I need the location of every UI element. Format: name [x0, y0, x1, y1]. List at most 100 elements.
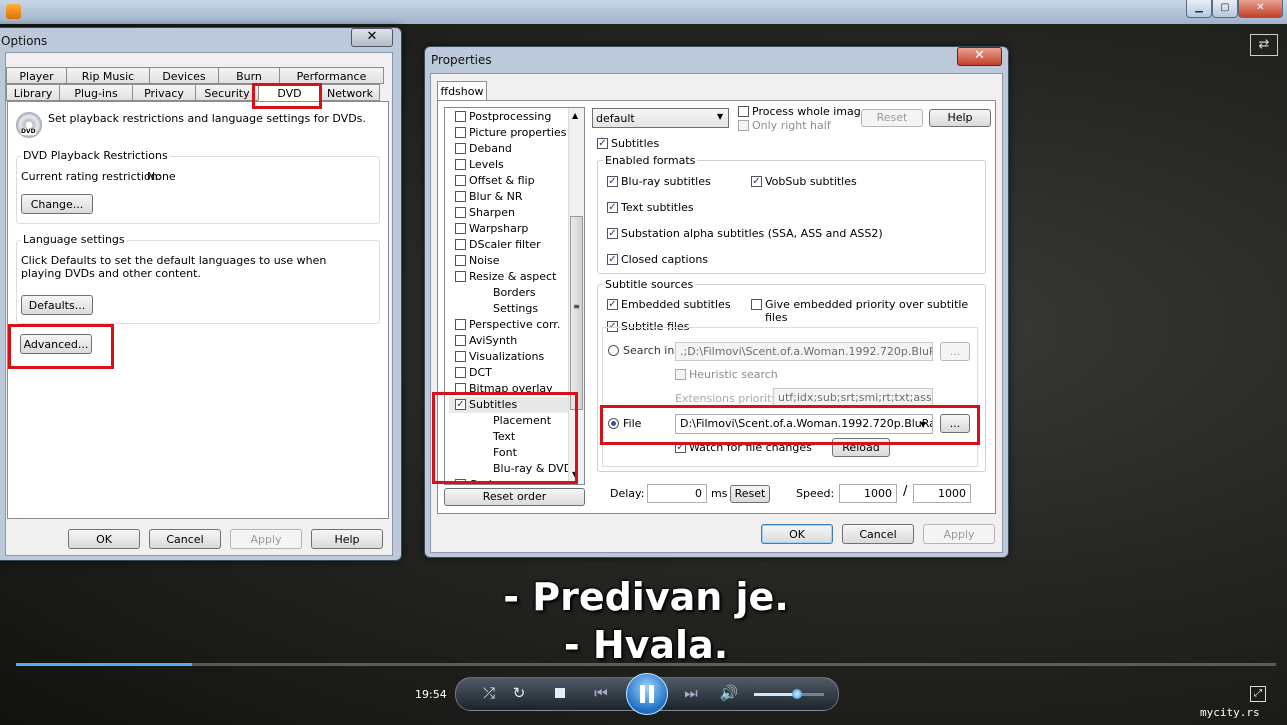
filter-item[interactable]: Picture properties — [449, 125, 569, 141]
scroll-up-icon[interactable]: ▲ — [572, 111, 578, 120]
tab-burn[interactable]: Burn — [218, 67, 280, 84]
bluray-subtitles-label: Blu-ray subtitles — [621, 175, 711, 188]
tab-player[interactable]: Player — [6, 67, 67, 84]
text-subtitles-checkbox[interactable] — [607, 202, 618, 213]
stop-button[interactable] — [555, 688, 565, 698]
subtitle-sources-group: Subtitle sources Embedded subtitles Give… — [597, 278, 986, 472]
filter-item[interactable]: Warpsharp — [449, 221, 569, 237]
options-close-button[interactable]: ✕ — [351, 28, 393, 47]
scroll-thumb[interactable]: ≡ — [570, 216, 583, 410]
closed-captions-checkbox[interactable] — [607, 254, 618, 265]
filter-item[interactable]: DCT — [449, 365, 569, 381]
maximize-button[interactable]: ▢ — [1212, 0, 1238, 18]
search-in-radio[interactable] — [608, 345, 619, 356]
filter-checkbox[interactable] — [455, 175, 466, 186]
tab-devices[interactable]: Devices — [149, 67, 219, 84]
filter-checkbox[interactable] — [455, 271, 466, 282]
filter-checkbox[interactable] — [455, 335, 466, 346]
filter-item[interactable]: Sharpen — [449, 205, 569, 221]
filter-checkbox[interactable] — [455, 223, 466, 234]
close-window-button[interactable]: ✕ — [1238, 0, 1283, 18]
filter-item[interactable]: Levels — [449, 157, 569, 173]
filter-item[interactable]: Deband — [449, 141, 569, 157]
delay-field[interactable]: 0 — [647, 484, 707, 503]
defaults-button[interactable]: Defaults... — [21, 295, 93, 315]
bluray-subtitles-checkbox[interactable] — [607, 176, 618, 187]
filter-checkbox[interactable] — [455, 255, 466, 266]
vobsub-subtitles-checkbox[interactable] — [751, 176, 762, 187]
tab-security[interactable]: Security — [195, 84, 259, 101]
filter-item[interactable]: Postprocessing — [449, 109, 569, 125]
search-path-field[interactable]: .;D:\Filmovi\Scent.of.a.Woman.1992.720p.… — [675, 342, 933, 361]
fullscreen-icon[interactable]: ⤢ — [1250, 686, 1266, 702]
minimize-button[interactable]: ▁ — [1186, 0, 1212, 18]
give-priority-checkbox[interactable] — [751, 299, 762, 310]
filter-item[interactable]: Perspective corr. — [449, 317, 569, 333]
seek-bar[interactable] — [16, 663, 1276, 666]
chevron-down-icon: ▼ — [717, 112, 724, 121]
properties-apply-button[interactable]: Apply — [923, 524, 995, 544]
subtitles-enable-checkbox[interactable] — [597, 138, 608, 149]
filter-checkbox[interactable] — [455, 127, 466, 138]
substation-checkbox[interactable] — [607, 228, 618, 239]
preset-help-button[interactable]: Help — [929, 109, 991, 127]
options-cancel-button[interactable]: Cancel — [149, 529, 221, 549]
filter-checkbox[interactable] — [455, 191, 466, 202]
options-apply-button[interactable]: Apply — [230, 529, 302, 549]
filter-label: Blur & NR — [469, 190, 523, 203]
filter-item[interactable]: Visualizations — [449, 349, 569, 365]
volume-slider[interactable] — [754, 689, 824, 699]
tab-privacy[interactable]: Privacy — [132, 84, 196, 101]
filter-checkbox[interactable] — [455, 207, 466, 218]
volume-knob[interactable] — [792, 689, 803, 699]
filter-item[interactable]: Noise — [449, 253, 569, 269]
tab-plug-ins[interactable]: Plug-ins — [59, 84, 133, 101]
tab-performance[interactable]: Performance — [279, 67, 384, 84]
tab-library[interactable]: Library — [6, 84, 60, 101]
properties-ok-button[interactable]: OK — [761, 524, 833, 544]
properties-close-button[interactable]: ✕ — [957, 47, 1002, 66]
process-whole-image-checkbox[interactable] — [738, 106, 749, 117]
filter-checkbox[interactable] — [455, 159, 466, 170]
filter-checkbox[interactable] — [455, 367, 466, 378]
filter-checkbox[interactable] — [455, 239, 466, 250]
tab-network[interactable]: Network — [320, 84, 380, 101]
embedded-subtitles-checkbox[interactable] — [607, 299, 618, 310]
filter-checkbox[interactable] — [455, 351, 466, 362]
preset-reset-button[interactable]: Reset — [861, 109, 923, 127]
text-subtitles-label: Text subtitles — [621, 201, 694, 214]
properties-cancel-button[interactable]: Cancel — [842, 524, 914, 544]
change-button[interactable]: Change... — [21, 194, 93, 214]
only-right-half-checkbox[interactable] — [738, 120, 749, 131]
play-pause-button[interactable] — [626, 673, 668, 715]
filter-item[interactable]: AviSynth — [449, 333, 569, 349]
next-button[interactable]: ⏭ — [670, 682, 712, 704]
repeat-icon[interactable]: ↻ — [508, 682, 530, 704]
filter-checkbox[interactable] — [455, 111, 466, 122]
closed-captions-label: Closed captions — [621, 253, 709, 266]
shuffle-icon[interactable]: ⤮ — [478, 682, 500, 704]
options-ok-button[interactable]: OK — [68, 529, 140, 549]
speed-denominator-field[interactable]: 1000 — [913, 484, 971, 503]
options-help-button[interactable]: Help — [311, 529, 383, 549]
volume-icon[interactable]: 🔊 — [718, 682, 740, 704]
search-browse-button[interactable]: ... — [940, 342, 970, 361]
language-group-label: Language settings — [21, 233, 127, 246]
previous-button[interactable]: ⏮ — [580, 682, 622, 704]
speed-numerator-field[interactable]: 1000 — [839, 484, 897, 503]
filter-checkbox[interactable] — [455, 143, 466, 154]
reset-order-button[interactable]: Reset order — [444, 488, 585, 506]
filter-item[interactable]: Resize & aspect — [449, 269, 569, 285]
switch-to-library-icon[interactable]: ⇄ — [1250, 34, 1278, 56]
heuristic-search-checkbox[interactable] — [675, 369, 686, 380]
preset-select[interactable]: default ▼ — [592, 108, 729, 128]
filter-item[interactable]: Offset & flip — [449, 173, 569, 189]
filter-item[interactable]: Blur & NR — [449, 189, 569, 205]
tab-rip-music[interactable]: Rip Music — [66, 67, 150, 84]
filter-checkbox[interactable] — [455, 319, 466, 330]
delay-reset-button[interactable]: Reset — [730, 485, 770, 503]
tab-ffdshow[interactable]: ffdshow — [437, 81, 487, 101]
filter-item[interactable]: DScaler filter — [449, 237, 569, 253]
filter-item[interactable]: Settings — [449, 301, 569, 317]
filter-item[interactable]: Borders — [449, 285, 569, 301]
